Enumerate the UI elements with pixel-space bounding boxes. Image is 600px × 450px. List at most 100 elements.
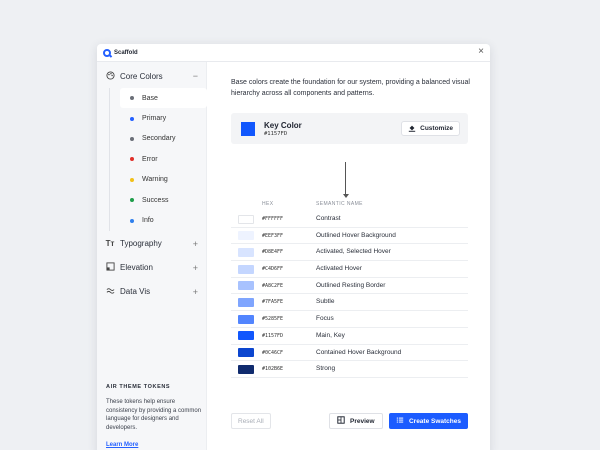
table-row: #5285FE Focus (231, 311, 468, 328)
table-row: #A8C2FE Outlined Resting Border (231, 278, 468, 295)
app-title: Scaffold (114, 49, 138, 56)
table-row: #7FA5FE Subtle (231, 294, 468, 312)
section-description: Base colors create the foundation for ou… (231, 79, 470, 97)
swatch-chip (238, 281, 254, 291)
swatch-hex: #5285FE (262, 316, 284, 323)
key-color-hex: #1157FD (264, 131, 288, 137)
swatch-hex: #1157FD (262, 332, 284, 339)
color-dot (130, 116, 134, 121)
swatch-chip (238, 264, 254, 274)
swatch-hex: #EEF3FF (262, 232, 284, 239)
learn-more-link[interactable]: Learn More (106, 442, 138, 448)
nav-group-label: Typography (120, 239, 162, 249)
swatch-name: Contrast (316, 215, 341, 222)
key-color-swatch[interactable] (241, 122, 255, 136)
swatch-name: Activated, Selected Hover (316, 248, 391, 256)
palette-icon (105, 70, 115, 82)
table-row: #1157FD Main, Key (231, 328, 468, 345)
key-color-card: Key Color #1157FD Customize (231, 113, 468, 144)
reset-all-button[interactable]: Reset All (231, 413, 271, 429)
sidebar-item-error[interactable]: Error (120, 149, 206, 169)
nav-group-data-vis[interactable]: Data Vis + (97, 280, 206, 304)
swatch-name: Outlined Hover Background (316, 231, 396, 239)
core-colors-list: Base Primary Secondary Error Warning Suc… (109, 88, 207, 231)
swatch-name: Focus (316, 315, 334, 323)
key-color-label: Key Color (264, 121, 302, 130)
nav-group-elevation[interactable]: Elevation + (97, 256, 206, 280)
nav-group-core-colors[interactable]: Core Colors − (97, 64, 206, 88)
collapse-icon[interactable]: − (193, 71, 198, 81)
list-icon (396, 416, 404, 426)
column-header-hex: HEX (262, 201, 274, 207)
swatch-chip (238, 331, 254, 341)
sidebar-item-primary[interactable]: Primary (120, 108, 206, 128)
sidebar-item-base[interactable]: Base (120, 88, 207, 109)
tokens-title: AIR THEME TOKENS (106, 384, 171, 390)
footer-actions: Reset All Preview Create Swatches (231, 413, 468, 429)
sidebar-item-label: Primary (142, 115, 167, 123)
swatch-hex: #D8E4FF (262, 249, 284, 256)
preview-icon (337, 416, 345, 426)
swatch-hex: #0C46CF (262, 349, 284, 356)
nav-group-label: Data Vis (120, 287, 151, 297)
swatch-name: Main, Key (316, 331, 345, 339)
table-row: #D8E4FF Activated, Selected Hover (231, 244, 468, 262)
color-dot (130, 198, 134, 203)
nav-group-typography[interactable]: Tт Typography + (97, 232, 206, 256)
swatch-chip (238, 247, 254, 257)
swatch-hex: #FFFFFF (262, 216, 284, 222)
layers-icon (105, 262, 115, 273)
create-swatches-button[interactable]: Create Swatches (388, 413, 468, 429)
swatch-name: Strong (316, 365, 336, 373)
sidebar-item-secondary[interactable]: Secondary (120, 129, 206, 149)
nav-group-label: Elevation (120, 263, 153, 273)
column-header-semantic-name: SEMANTIC NAME (316, 201, 363, 207)
swatch-chip (238, 297, 254, 307)
table-row: #FFFFFF Contrast (231, 211, 468, 228)
tokens-description: These tokens help ensure consistency by … (106, 399, 202, 431)
preview-button[interactable]: Preview (329, 413, 383, 429)
color-dot (130, 96, 134, 101)
create-swatches-label: Create Swatches (408, 417, 461, 425)
swatch-hex: #C4D6FF (262, 266, 284, 273)
customize-button[interactable]: Customize (401, 121, 460, 136)
swatch-chip (238, 314, 254, 324)
swatch-chip (238, 214, 254, 224)
sidebar-item-label: Warning (142, 176, 168, 184)
text-icon: Tт (105, 239, 115, 249)
color-dot (130, 218, 134, 223)
swatch-hex: #7FA5FE (262, 299, 284, 306)
sidebar-item-success[interactable]: Success (120, 190, 206, 210)
table-row: #102B6E Strong (231, 361, 468, 378)
paint-bucket-icon (408, 124, 416, 134)
sidebar: Core Colors − Base Primary Secondary Err… (97, 62, 207, 450)
swatch-chip (238, 364, 254, 374)
swatch-name: Subtle (316, 298, 335, 306)
swatch-hex: #A8C2FE (262, 282, 284, 289)
sidebar-item-label: Base (142, 94, 158, 102)
sidebar-item-info[interactable]: Info (120, 210, 206, 230)
sidebar-item-label: Secondary (142, 135, 176, 143)
swatch-hex: #102B6E (262, 366, 284, 373)
wave-icon (105, 286, 115, 297)
scaffold-logo-icon (103, 48, 111, 57)
preview-label: Preview (350, 417, 375, 425)
table-row: #EEF3FF Outlined Hover Background (231, 228, 468, 245)
title-bar: Scaffold × (97, 44, 490, 62)
close-icon[interactable]: × (478, 47, 484, 57)
expand-icon[interactable]: + (193, 287, 198, 297)
table-row: #C4D6FF Activated Hover (231, 261, 468, 278)
swatch-table-header: HEX SEMANTIC NAME (231, 198, 468, 210)
color-dot (130, 157, 134, 162)
connector-line (345, 162, 346, 196)
expand-icon[interactable]: + (193, 239, 198, 249)
tokens-info: AIR THEME TOKENS These tokens help ensur… (106, 384, 202, 450)
customize-label: Customize (420, 125, 453, 132)
expand-icon[interactable]: + (193, 263, 198, 273)
swatch-chip (238, 231, 254, 241)
sidebar-item-warning[interactable]: Warning (120, 170, 206, 190)
swatch-table: #FFFFFF Contrast #EEF3FF Outlined Hover Ba… (231, 211, 468, 378)
color-dot (130, 136, 134, 141)
swatch-chip (238, 348, 254, 357)
swatch-name: Activated Hover (316, 265, 362, 273)
